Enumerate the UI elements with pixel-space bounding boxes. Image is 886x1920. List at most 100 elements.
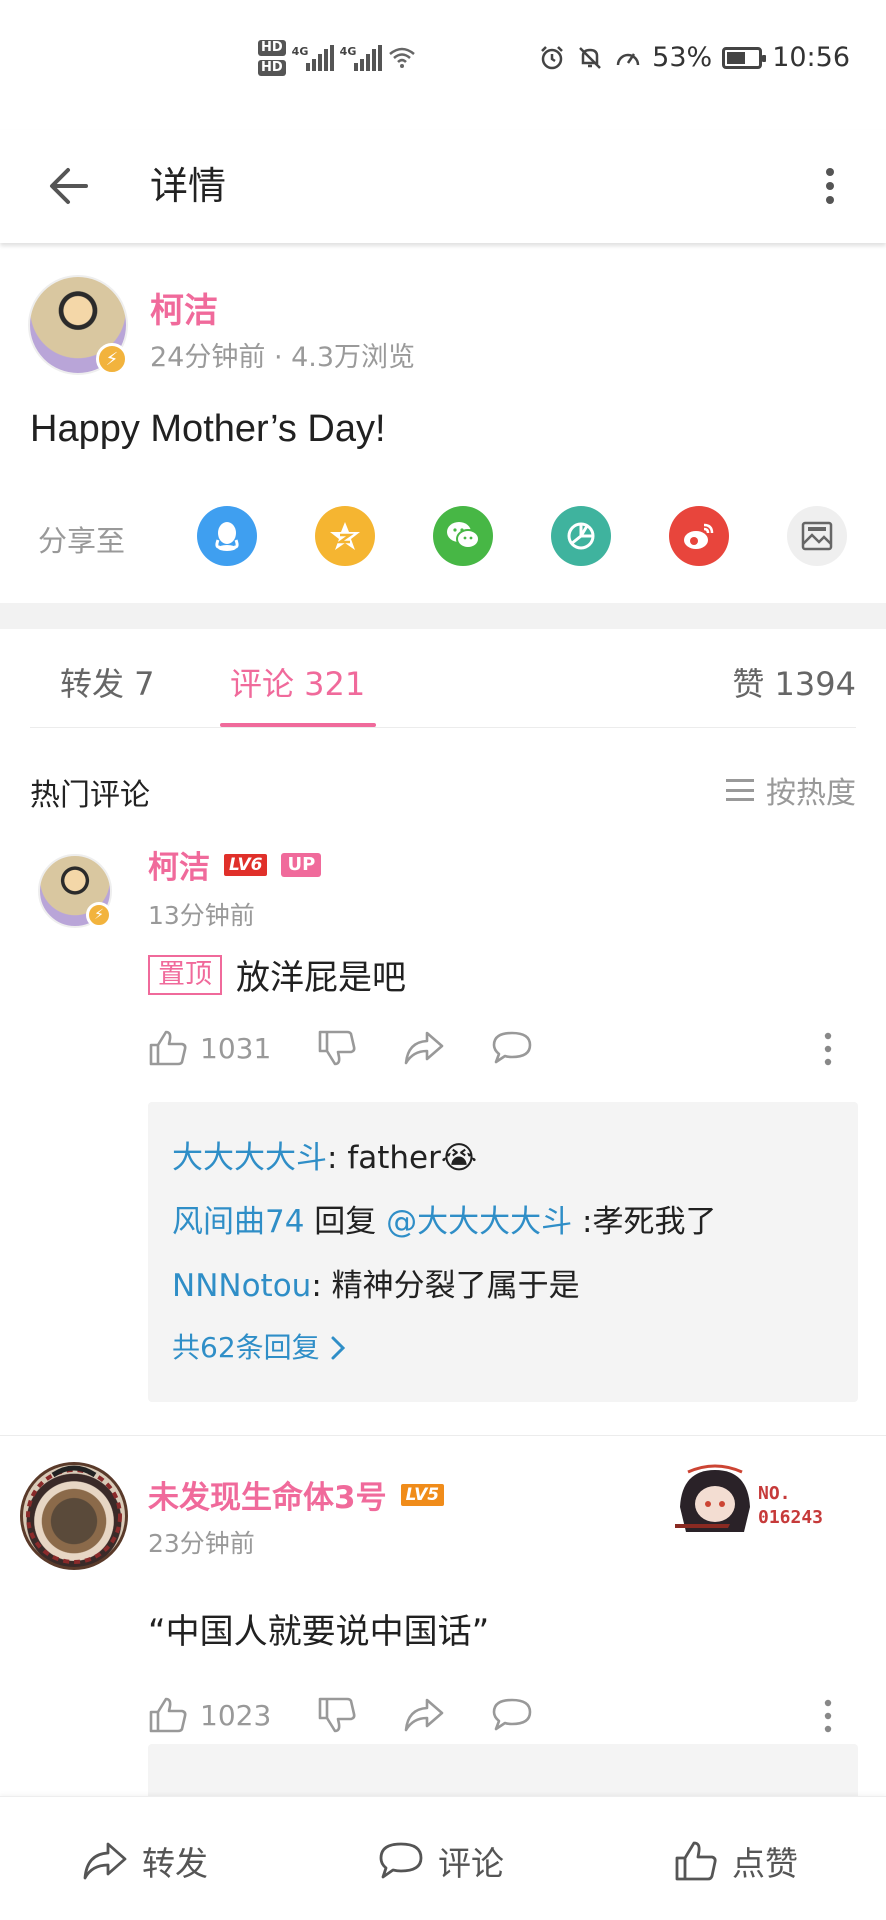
chevron-right-icon [331,1336,345,1360]
reply-button[interactable] [491,1030,533,1066]
reply-item[interactable]: 风间曲74 回复 @大大大大斗 :孝死我了 [172,1190,834,1254]
interaction-tabs: 转发 7 评论 321 赞 1394 [0,629,886,729]
reply-item[interactable]: NNNotou: 精神分裂了属于是 [172,1254,834,1318]
arrow-left-icon [50,168,88,204]
author-name[interactable]: 柯洁 [150,283,218,332]
reply-text: :孝死我了 [572,1204,717,1240]
tab-comments[interactable]: 评论 321 [230,659,365,705]
more-vertical-icon [824,1032,832,1066]
dislike-button[interactable] [317,1029,357,1067]
status-right: 53% 10:56 [538,42,850,73]
share-comment-button[interactable] [403,1030,445,1066]
share-arrow-icon [404,1698,444,1732]
reply-username[interactable]: 风间曲74 [172,1204,304,1240]
reply-mention[interactable]: @大大大大斗 [386,1204,572,1240]
more-replies-link[interactable]: 共62条回复 [172,1318,834,1378]
sort-label: 按热度 [766,776,856,811]
avatar-frame-icon [26,1465,122,1564]
network-indicators: HD HD 4G 4G [258,40,416,76]
replies-box [148,1744,858,1804]
hd-indicator: HD HD [258,40,286,76]
comment-actions: 1023 [148,1690,848,1740]
more-options-button[interactable] [810,158,850,214]
fan-badge-pendant: NO. 016243 [670,1462,830,1542]
comment-body: “中国人就要说中国话” [148,1604,489,1653]
reply-item[interactable]: 大大大大斗: father😭 [172,1126,834,1190]
more-vertical-icon [826,168,834,204]
commenter-username[interactable]: 柯洁 [148,842,210,887]
image-icon [801,521,833,551]
share-qq-button[interactable] [197,506,257,566]
reply-username[interactable]: 大大大大斗 [172,1140,327,1176]
tab-repost[interactable]: 转发 7 [60,659,155,705]
like-label: 点赞 [732,1844,798,1883]
like-button[interactable]: 1031 [148,1029,271,1067]
like-count: 1023 [200,1698,272,1732]
post-card: ⚡ 柯洁 24分钟前 · 4.3万浏览 Happy Mother’s Day! … [0,243,886,603]
signal-icon: 4G [292,45,334,71]
comment-text: 放洋屁是吧 [236,958,406,998]
replies-box: 大大大大斗: father😭 风间曲74 回复 @大大大大斗 :孝死我了 NNN… [148,1102,858,1402]
author-avatar[interactable]: ⚡ [28,275,128,375]
commenter-name: 未发现生命体3号 LV5 [148,1472,445,1517]
comment-bubble-icon [492,1698,532,1731]
more-replies-label: 共62条回复 [172,1331,320,1364]
share-moments-button[interactable] [551,506,611,566]
reply-separator: : [327,1140,348,1176]
comment-time: 23分钟前 [148,1529,255,1558]
comment-actions: 1031 [148,1023,848,1073]
commenter-avatar[interactable] [20,1462,128,1570]
commenter-name: 柯洁 LV6 UP [148,842,322,887]
divider [30,727,856,728]
comment-more-button[interactable] [818,1696,838,1736]
repost-button[interactable]: 转发 [82,1837,208,1885]
like-post-button[interactable]: 点赞 [674,1837,798,1885]
speed-icon [614,44,642,72]
network-type-label: 4G [339,45,357,58]
verified-badge-icon: ⚡ [96,343,128,375]
alarm-icon [538,44,566,72]
comment-more-button[interactable] [818,1029,838,1069]
anime-girl-pendant-icon [675,1464,750,1532]
share-arrow-icon [404,1031,444,1065]
share-comment-button[interactable] [403,1697,445,1733]
clock: 10:56 [772,42,850,73]
share-qzone-button[interactable] [315,506,375,566]
battery-percent: 53% [652,42,713,73]
thumbs-down-icon [318,1697,356,1733]
up-badge: UP [281,852,322,877]
tab-likes[interactable]: 赞 1394 [732,659,856,705]
comment-button[interactable]: 评论 [378,1837,504,1885]
comment-label: 评论 [438,1844,504,1883]
signal-icon: 4G [340,45,382,71]
back-button[interactable] [40,158,96,214]
reply-button[interactable] [491,1697,533,1733]
share-weibo-button[interactable] [669,506,729,566]
reply-separator: : [311,1268,332,1304]
share-arrow-icon [83,1842,127,1880]
comment-text: “中国人就要说中国话” [148,1612,490,1652]
post-meta: 24分钟前 · 4.3万浏览 [150,342,416,373]
divider [0,1435,886,1436]
share-image-button[interactable] [787,506,847,566]
commenter-avatar[interactable]: ⚡ [38,854,112,928]
dislike-button[interactable] [317,1696,357,1734]
commenter-username[interactable]: 未发现生命体3号 [148,1472,387,1517]
sort-button[interactable]: 按热度 [726,768,856,812]
app-bar: 详情 [0,130,886,243]
weibo-icon [684,523,714,549]
reply-action: 回复 [304,1204,387,1240]
bottom-action-bar: 转发 评论 点赞 [0,1796,886,1920]
repost-label: 转发 [142,1844,208,1883]
like-button[interactable]: 1023 [148,1696,271,1734]
wechat-icon [447,522,480,549]
comment-body: 置顶 放洋屁是吧 [148,950,406,999]
hot-comments-title: 热门评论 [30,778,150,813]
section-separator [0,603,886,629]
share-wechat-button[interactable] [433,506,493,566]
hd-badge-1: HD [258,40,286,56]
reply-username[interactable]: NNNotou [172,1268,311,1304]
page-title: 详情 [150,164,227,208]
hd-badge-2: HD [258,60,286,76]
comment-bubble-icon [379,1842,423,1879]
